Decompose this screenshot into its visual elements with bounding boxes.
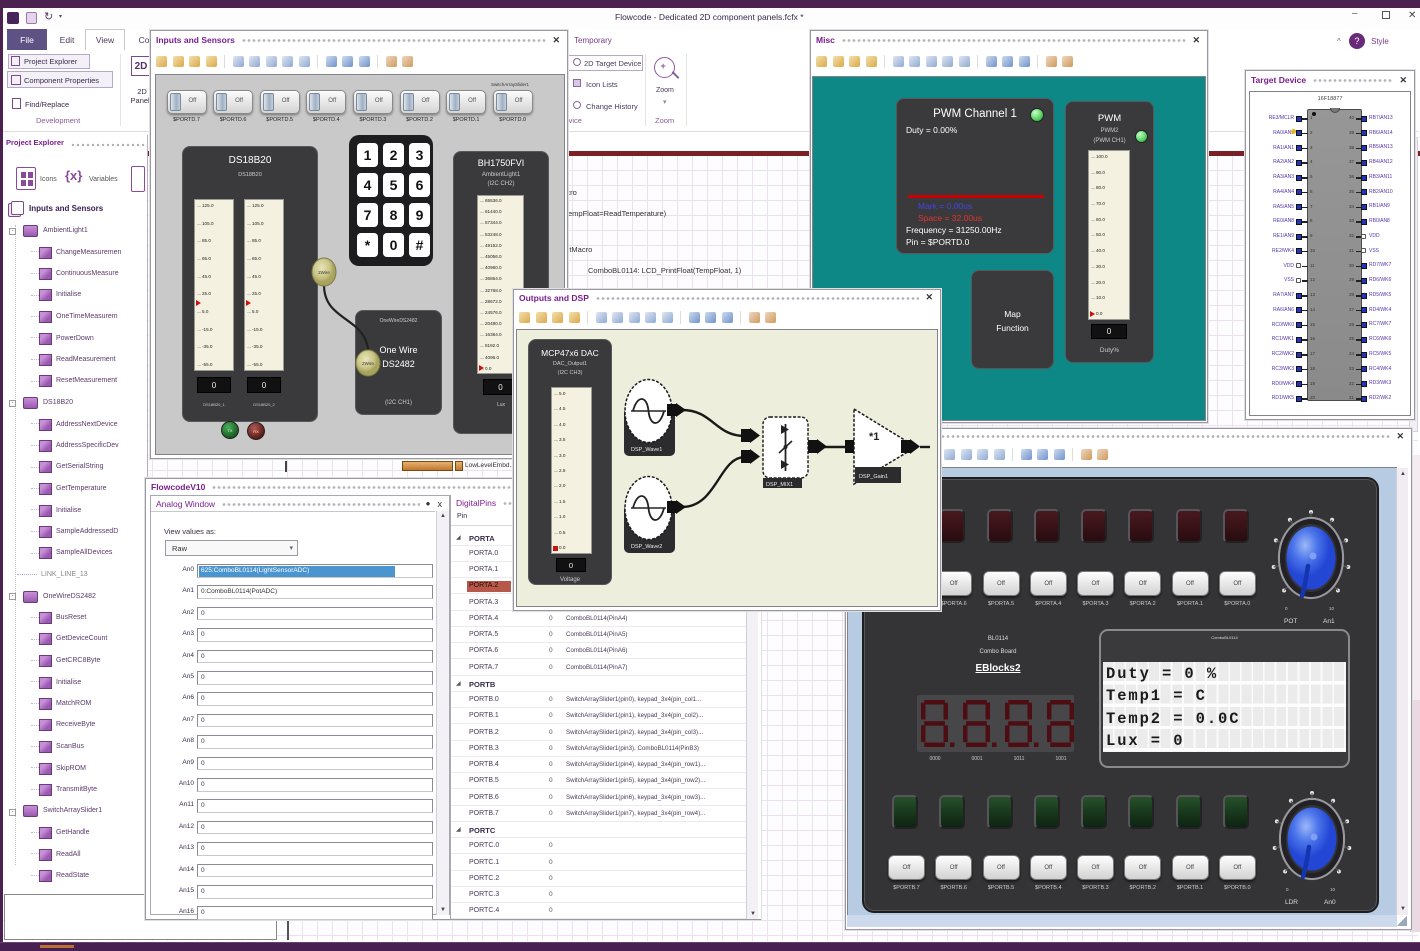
svg-text:POT: POT <box>1284 618 1297 625</box>
svg-text:LDR: LDR <box>1285 899 1298 906</box>
svg-text:*1: *1 <box>869 431 879 443</box>
svg-text:DSP_Wave2: DSP_Wave2 <box>631 544 662 550</box>
svg-text:0: 0 <box>1286 887 1289 892</box>
svg-text:DSP_Gain1: DSP_Gain1 <box>859 474 888 480</box>
svg-text:0: 0 <box>1285 606 1288 611</box>
svg-text:An0: An0 <box>1324 899 1336 906</box>
svg-text:2Wire: 2Wire <box>362 361 374 366</box>
svg-text:DSP_Wave1: DSP_Wave1 <box>631 447 662 453</box>
svg-text:An1: An1 <box>1323 618 1335 625</box>
svg-text:10: 10 <box>1329 606 1335 611</box>
svg-text:10: 10 <box>1330 887 1336 892</box>
svg-text:DSP_MIX1: DSP_MIX1 <box>766 482 793 488</box>
svg-text:2Wire: 2Wire <box>318 270 330 275</box>
